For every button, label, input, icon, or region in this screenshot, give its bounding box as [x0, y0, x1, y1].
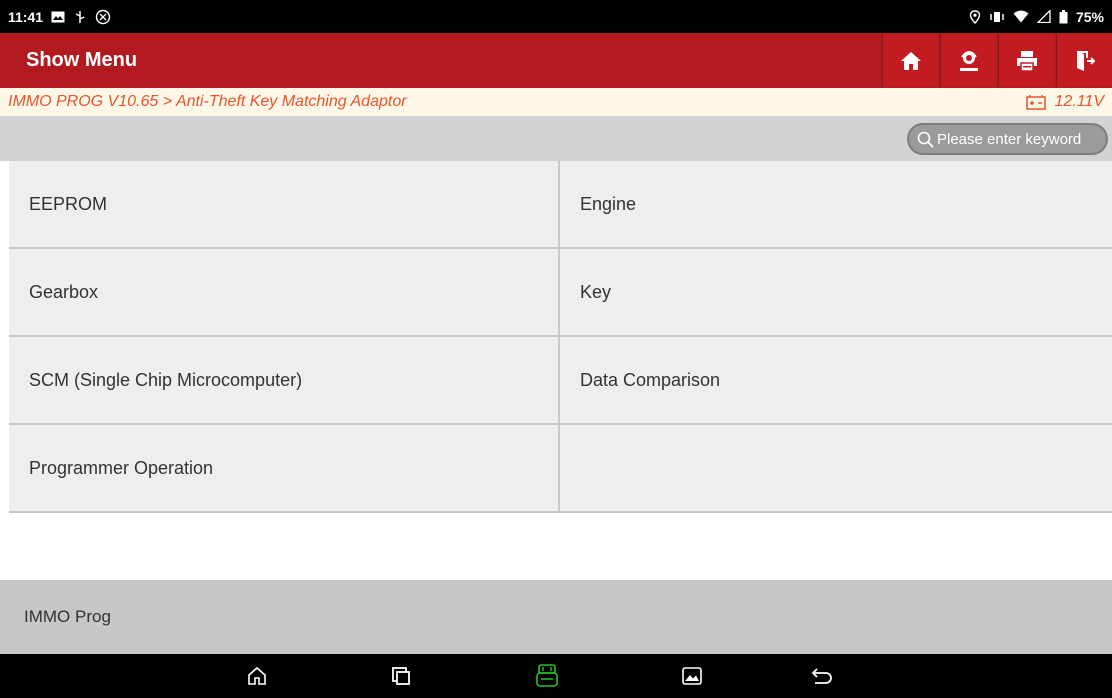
- footer-bar: IMMO Prog: [0, 580, 1112, 654]
- nav-home-button[interactable]: [242, 662, 272, 690]
- nav-gallery-button[interactable]: [677, 662, 707, 690]
- menu-item-empty: [560, 425, 1112, 513]
- status-right: 75%: [969, 9, 1104, 25]
- menu-item-scm[interactable]: SCM (Single Chip Microcomputer): [9, 337, 560, 425]
- support-icon: [957, 49, 981, 73]
- back-icon: [811, 667, 833, 685]
- menu-item-data-comparison[interactable]: Data Comparison: [560, 337, 1112, 425]
- status-bar: 11:41 75%: [0, 0, 1112, 33]
- navigation-bar: [0, 654, 1112, 698]
- menu-grid: EEPROM Engine Gearbox Key SCM (Single Ch…: [9, 161, 1112, 513]
- image-icon: [51, 11, 65, 23]
- car-battery-icon: [1026, 94, 1047, 110]
- nav-recent-button[interactable]: [386, 662, 416, 690]
- exit-button[interactable]: [1056, 34, 1112, 87]
- nav-vci-button[interactable]: [532, 662, 562, 690]
- nav-back-button[interactable]: [807, 662, 837, 690]
- usb-icon: [73, 10, 87, 24]
- voltage-value: 12.11V: [1054, 93, 1104, 110]
- search-box[interactable]: [907, 123, 1108, 155]
- menu-item-engine[interactable]: Engine: [560, 161, 1112, 249]
- print-icon: [1016, 50, 1038, 72]
- search-input[interactable]: [937, 130, 1107, 148]
- menu-item-gearbox[interactable]: Gearbox: [9, 249, 560, 337]
- home-button[interactable]: [882, 34, 938, 87]
- print-button[interactable]: [998, 34, 1054, 87]
- breadcrumb-path: IMMO PROG V10.65 > Anti-Theft Key Matchi…: [8, 93, 407, 110]
- page-title: Show Menu: [26, 49, 138, 71]
- gallery-icon: [682, 667, 702, 685]
- settings-icon: [95, 9, 111, 25]
- status-time: 11:41: [8, 8, 44, 25]
- menu-item-eeprom[interactable]: EEPROM: [9, 161, 560, 249]
- menu-item-key[interactable]: Key: [560, 249, 1112, 337]
- vci-icon: [535, 664, 559, 688]
- wifi-icon: [1013, 10, 1029, 23]
- search-icon: [917, 131, 934, 148]
- breadcrumb: IMMO PROG V10.65 > Anti-Theft Key Matchi…: [0, 88, 1112, 116]
- home-icon: [900, 50, 922, 72]
- location-icon: [969, 9, 981, 24]
- footer-title: IMMO Prog: [24, 607, 111, 626]
- exit-icon: [1075, 50, 1095, 72]
- status-left: 11:41: [8, 9, 111, 25]
- signal-icon: [1036, 10, 1051, 23]
- vibrate-icon: [989, 10, 1005, 24]
- search-bar: [0, 116, 1112, 161]
- battery-level: 75%: [1075, 8, 1104, 25]
- menu-item-programmer-operation[interactable]: Programmer Operation: [9, 425, 560, 513]
- recent-apps-icon: [391, 666, 411, 686]
- home-icon: [247, 666, 267, 686]
- support-button[interactable]: [940, 34, 996, 87]
- battery-icon: [1059, 9, 1068, 24]
- voltage-indicator: 12.11V: [1026, 93, 1104, 111]
- app-header: Show Menu: [0, 33, 1112, 88]
